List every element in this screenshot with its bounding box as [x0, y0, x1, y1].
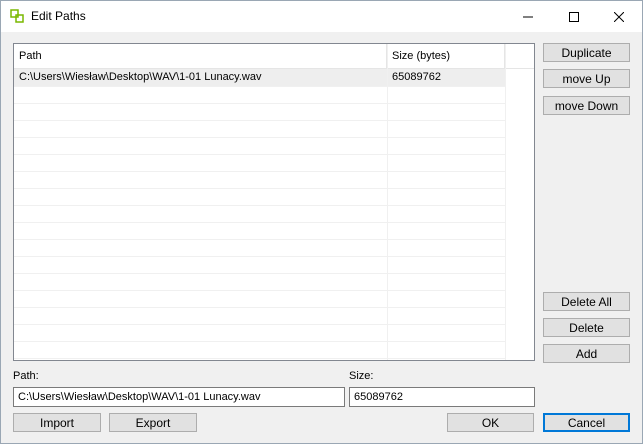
path-input[interactable]	[13, 387, 345, 407]
empty-row	[14, 205, 505, 223]
empty-row	[14, 307, 505, 325]
row-size-cell: 65089762	[392, 71, 441, 83]
empty-row	[14, 273, 505, 291]
add-button[interactable]: Add	[543, 344, 630, 363]
empty-row	[14, 324, 505, 342]
empty-row	[14, 290, 505, 308]
close-icon	[614, 11, 624, 22]
move-down-button[interactable]: move Down	[543, 96, 630, 115]
empty-row	[14, 103, 505, 121]
empty-row	[14, 86, 505, 104]
size-label: Size:	[349, 370, 374, 382]
column-header-size[interactable]: Size (bytes)	[387, 44, 505, 68]
empty-row	[14, 239, 505, 257]
table-row[interactable]: C:\Users\Wiesław\Desktop\WAV\1-01 Lunacy…	[14, 69, 505, 87]
minimize-button[interactable]	[505, 1, 551, 32]
ok-button[interactable]: OK	[447, 413, 534, 432]
title-bar[interactable]: Edit Paths	[1, 1, 642, 32]
empty-row	[14, 222, 505, 240]
close-button[interactable]	[596, 1, 642, 32]
empty-row	[14, 171, 505, 189]
minimize-icon	[523, 16, 533, 17]
empty-row	[14, 188, 505, 206]
maximize-button[interactable]	[551, 1, 597, 32]
export-button[interactable]: Export	[109, 413, 197, 432]
size-input[interactable]	[349, 387, 535, 407]
duplicate-button[interactable]: Duplicate	[543, 43, 630, 62]
cancel-button[interactable]: Cancel	[543, 413, 630, 432]
edit-paths-dialog: Edit Paths Path Size (bytes) C:\Users\Wi…	[0, 0, 643, 444]
column-header-path[interactable]: Path	[14, 44, 387, 68]
empty-row	[14, 154, 505, 172]
column-divider	[505, 44, 506, 360]
column-divider	[387, 44, 388, 360]
empty-row	[14, 341, 505, 359]
app-icon	[10, 9, 24, 23]
maximize-icon	[569, 11, 579, 22]
empty-row	[14, 256, 505, 274]
paths-table[interactable]: Path Size (bytes) C:\Users\Wiesław\Deskt…	[13, 43, 535, 361]
window-title: Edit Paths	[31, 9, 86, 23]
delete-all-button[interactable]: Delete All	[543, 292, 630, 311]
move-up-button[interactable]: move Up	[543, 69, 630, 88]
empty-row	[14, 358, 505, 360]
row-path-cell: C:\Users\Wiesław\Desktop\WAV\1-01 Lunacy…	[19, 71, 262, 83]
empty-row	[14, 137, 505, 155]
import-button[interactable]: Import	[13, 413, 101, 432]
delete-button[interactable]: Delete	[543, 318, 630, 337]
path-label: Path:	[13, 370, 39, 382]
table-header: Path Size (bytes)	[14, 44, 534, 69]
empty-row	[14, 120, 505, 138]
